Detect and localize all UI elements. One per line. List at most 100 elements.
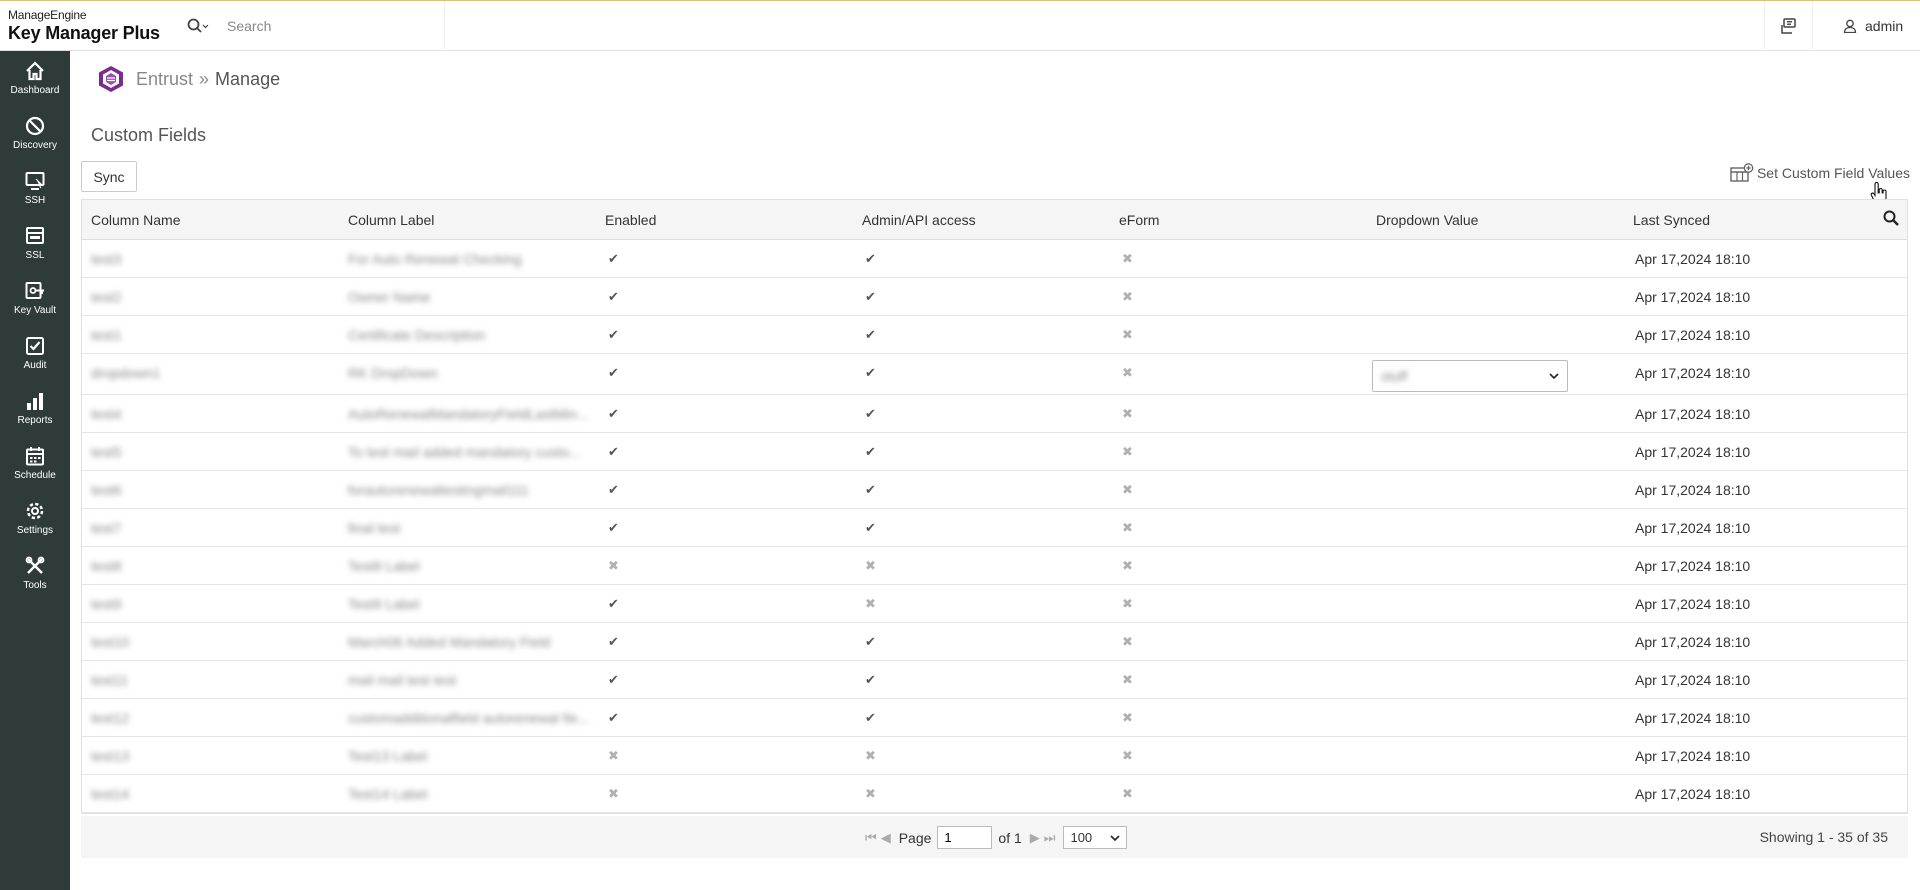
cross-icon: ✖ [865,786,876,801]
table-search-icon[interactable] [1883,210,1899,226]
column-header-name[interactable]: Column Name [91,212,180,228]
column-label-cell: forautorenewaltestingmail111 [348,482,529,498]
page-title: Custom Fields [91,125,207,145]
last-page-icon[interactable]: ⏭ [1044,830,1056,846]
check-icon: ✔ [865,520,876,535]
previous-page-icon[interactable]: ◀ [881,830,891,846]
check-icon: ✔ [608,365,619,380]
dropdown-value-select[interactable]: stuff [1372,360,1568,392]
page-total: of 1 [998,829,1022,846]
reports-icon [27,393,43,410]
column-name-cell: test4 [91,406,122,422]
column-label-cell: AutoRenewalMandatoryFieldLastMin... [348,406,589,422]
set-custom-field-values-label: Set Custom Field Values [1756,165,1910,181]
table-row[interactable]: test14 Test14 Label ✖ ✖ ✖ Apr 17,2024 18:10 [82,775,1907,813]
column-name-cell: test1 [91,327,122,343]
check-icon: ✔ [608,634,619,649]
cross-icon: ✖ [1122,327,1133,342]
last-synced-cell: Apr 17,2024 18:10 [1635,444,1751,460]
cross-icon: ✖ [1122,558,1133,573]
column-name-cell: test13 [91,748,130,764]
breadcrumb-entrust[interactable]: Entrust [136,69,193,90]
table-row[interactable]: test6 forautorenewaltestingmail111 ✔ ✔ ✖ Apr … [82,471,1907,509]
table-row[interactable]: test11 mail mail test test ✔ ✔ ✖ Apr 17,2024 … [82,661,1907,699]
column-name-cell: test7 [91,520,122,536]
set-custom-field-values-button[interactable]: Set Custom Field Values [1730,163,1910,183]
user-menu[interactable]: admin [1812,1,1920,51]
table-row[interactable]: test9 Test9 Label ✔ ✖ ✖ Apr 17,2024 18:10 [82,585,1907,623]
sidebar-item-discovery[interactable]: Discovery [0,106,70,161]
cross-icon: ✖ [865,558,876,573]
column-header-label[interactable]: Column Label [348,212,434,228]
column-header-last-synced[interactable]: Last Synced [1633,212,1710,228]
custom-fields-table: Column Name Column Label Enabled Admin/A… [81,199,1908,814]
cross-icon: ✖ [1122,406,1133,421]
table-row[interactable]: test2 Owner Name ✔ ✔ ✖ Apr 17,2024 18:10 [82,278,1907,316]
table-row[interactable]: test1 Certificate Description ✔ ✔ ✖ Apr 17,20… [82,316,1907,354]
table-row[interactable]: test12 customadditionalfield autorenewal … [82,699,1907,737]
breadcrumb-separator: » [199,68,210,89]
page-number-input[interactable] [937,826,993,849]
table-row[interactable]: test8 Test8 Label ✖ ✖ ✖ Apr 17,2024 18:10 [82,547,1907,585]
notification-button[interactable] [1764,1,1812,51]
sidebar-item-settings[interactable]: Settings [0,491,70,546]
sidebar-item-audit[interactable]: Audit [0,326,70,381]
breadcrumb: Entrust » Manage [98,65,280,93]
column-name-cell: test2 [91,289,122,305]
table-row[interactable]: test3 For Auto Renewal Checking ✔ ✔ ✖ Apr 17,… [82,240,1907,278]
check-icon: ✔ [608,520,619,535]
cross-icon: ✖ [608,786,619,801]
check-icon: ✔ [865,634,876,649]
last-synced-cell: Apr 17,2024 18:10 [1635,251,1751,267]
column-header-enabled[interactable]: Enabled [605,212,656,228]
last-synced-cell: Apr 17,2024 18:10 [1635,365,1751,381]
cross-icon: ✖ [1122,289,1133,304]
table-row[interactable]: test13 Test13 Label ✖ ✖ ✖ Apr 17,2024 18:10 [82,737,1907,775]
table-row[interactable]: test10 March06 Added Mandatory Field ✔ ✔ ✖ Ap… [82,623,1907,661]
cross-icon: ✖ [1122,520,1133,535]
cross-icon: ✖ [1122,482,1133,497]
sync-button[interactable]: Sync [81,161,137,192]
cross-icon: ✖ [1122,710,1133,725]
column-label-cell: Certificate Description [348,327,485,343]
check-icon: ✔ [608,672,619,687]
last-synced-cell: Apr 17,2024 18:10 [1635,634,1751,650]
cross-icon: ✖ [865,596,876,611]
ssh-icon [25,172,45,190]
check-icon: ✔ [608,406,619,421]
column-header-eform[interactable]: eForm [1119,212,1159,228]
search-input[interactable] [227,18,427,34]
sidebar-item-tools[interactable]: Tools [0,546,70,601]
app-logo[interactable]: ManageEngine Key Manager Plus [8,8,168,44]
table-row[interactable]: test7 final test ✔ ✔ ✖ Apr 17,2024 18:10 [82,509,1907,547]
sidebar-item-dashboard[interactable]: Dashboard [0,51,70,106]
check-icon: ✔ [865,672,876,687]
entrust-icon [99,66,123,92]
search-icon[interactable] [187,18,209,34]
last-synced-cell: Apr 17,2024 18:10 [1635,482,1751,498]
column-name-cell: test9 [91,596,122,612]
sidebar-item-reports[interactable]: Reports [0,381,70,436]
dropdown-value-text: stuff [1381,368,1408,384]
next-page-icon[interactable]: ▶ [1030,830,1040,846]
sidebar-item-ssl[interactable]: SSL [0,216,70,271]
tools-icon [25,556,45,574]
cross-icon: ✖ [1122,365,1133,380]
column-header-dropdown-value[interactable]: Dropdown Value [1376,212,1478,228]
check-icon: ✔ [608,710,619,725]
table-row[interactable]: dropdown1 RK DropDown ✔ ✔ ✖ stuff Apr 17,2024 … [82,354,1907,395]
table-row[interactable]: test5 To test mail added mandatory custo.… [82,433,1907,471]
sidebar-item-ssh[interactable]: SSH [0,161,70,216]
last-synced-cell: Apr 17,2024 18:10 [1635,672,1751,688]
rows-per-page-select[interactable]: 100 [1063,826,1128,849]
column-header-admin-api[interactable]: Admin/API access [862,212,976,228]
sidebar-item-schedule[interactable]: Schedule [0,436,70,491]
column-label-cell: To test mail added mandatory custo... [348,444,581,460]
sidebar: Dashboard Discovery SSH SSL Key Vault Au… [0,51,70,890]
first-page-icon[interactable]: ⏮ [865,830,877,846]
table-row[interactable]: test4 AutoRenewalMandatoryFieldLastMin...… [82,395,1907,433]
table-header: Column Name Column Label Enabled Admin/A… [82,200,1907,240]
sidebar-item-key-vault[interactable]: Key Vault [0,271,70,326]
cross-icon: ✖ [1122,634,1133,649]
cross-icon: ✖ [1122,596,1133,611]
